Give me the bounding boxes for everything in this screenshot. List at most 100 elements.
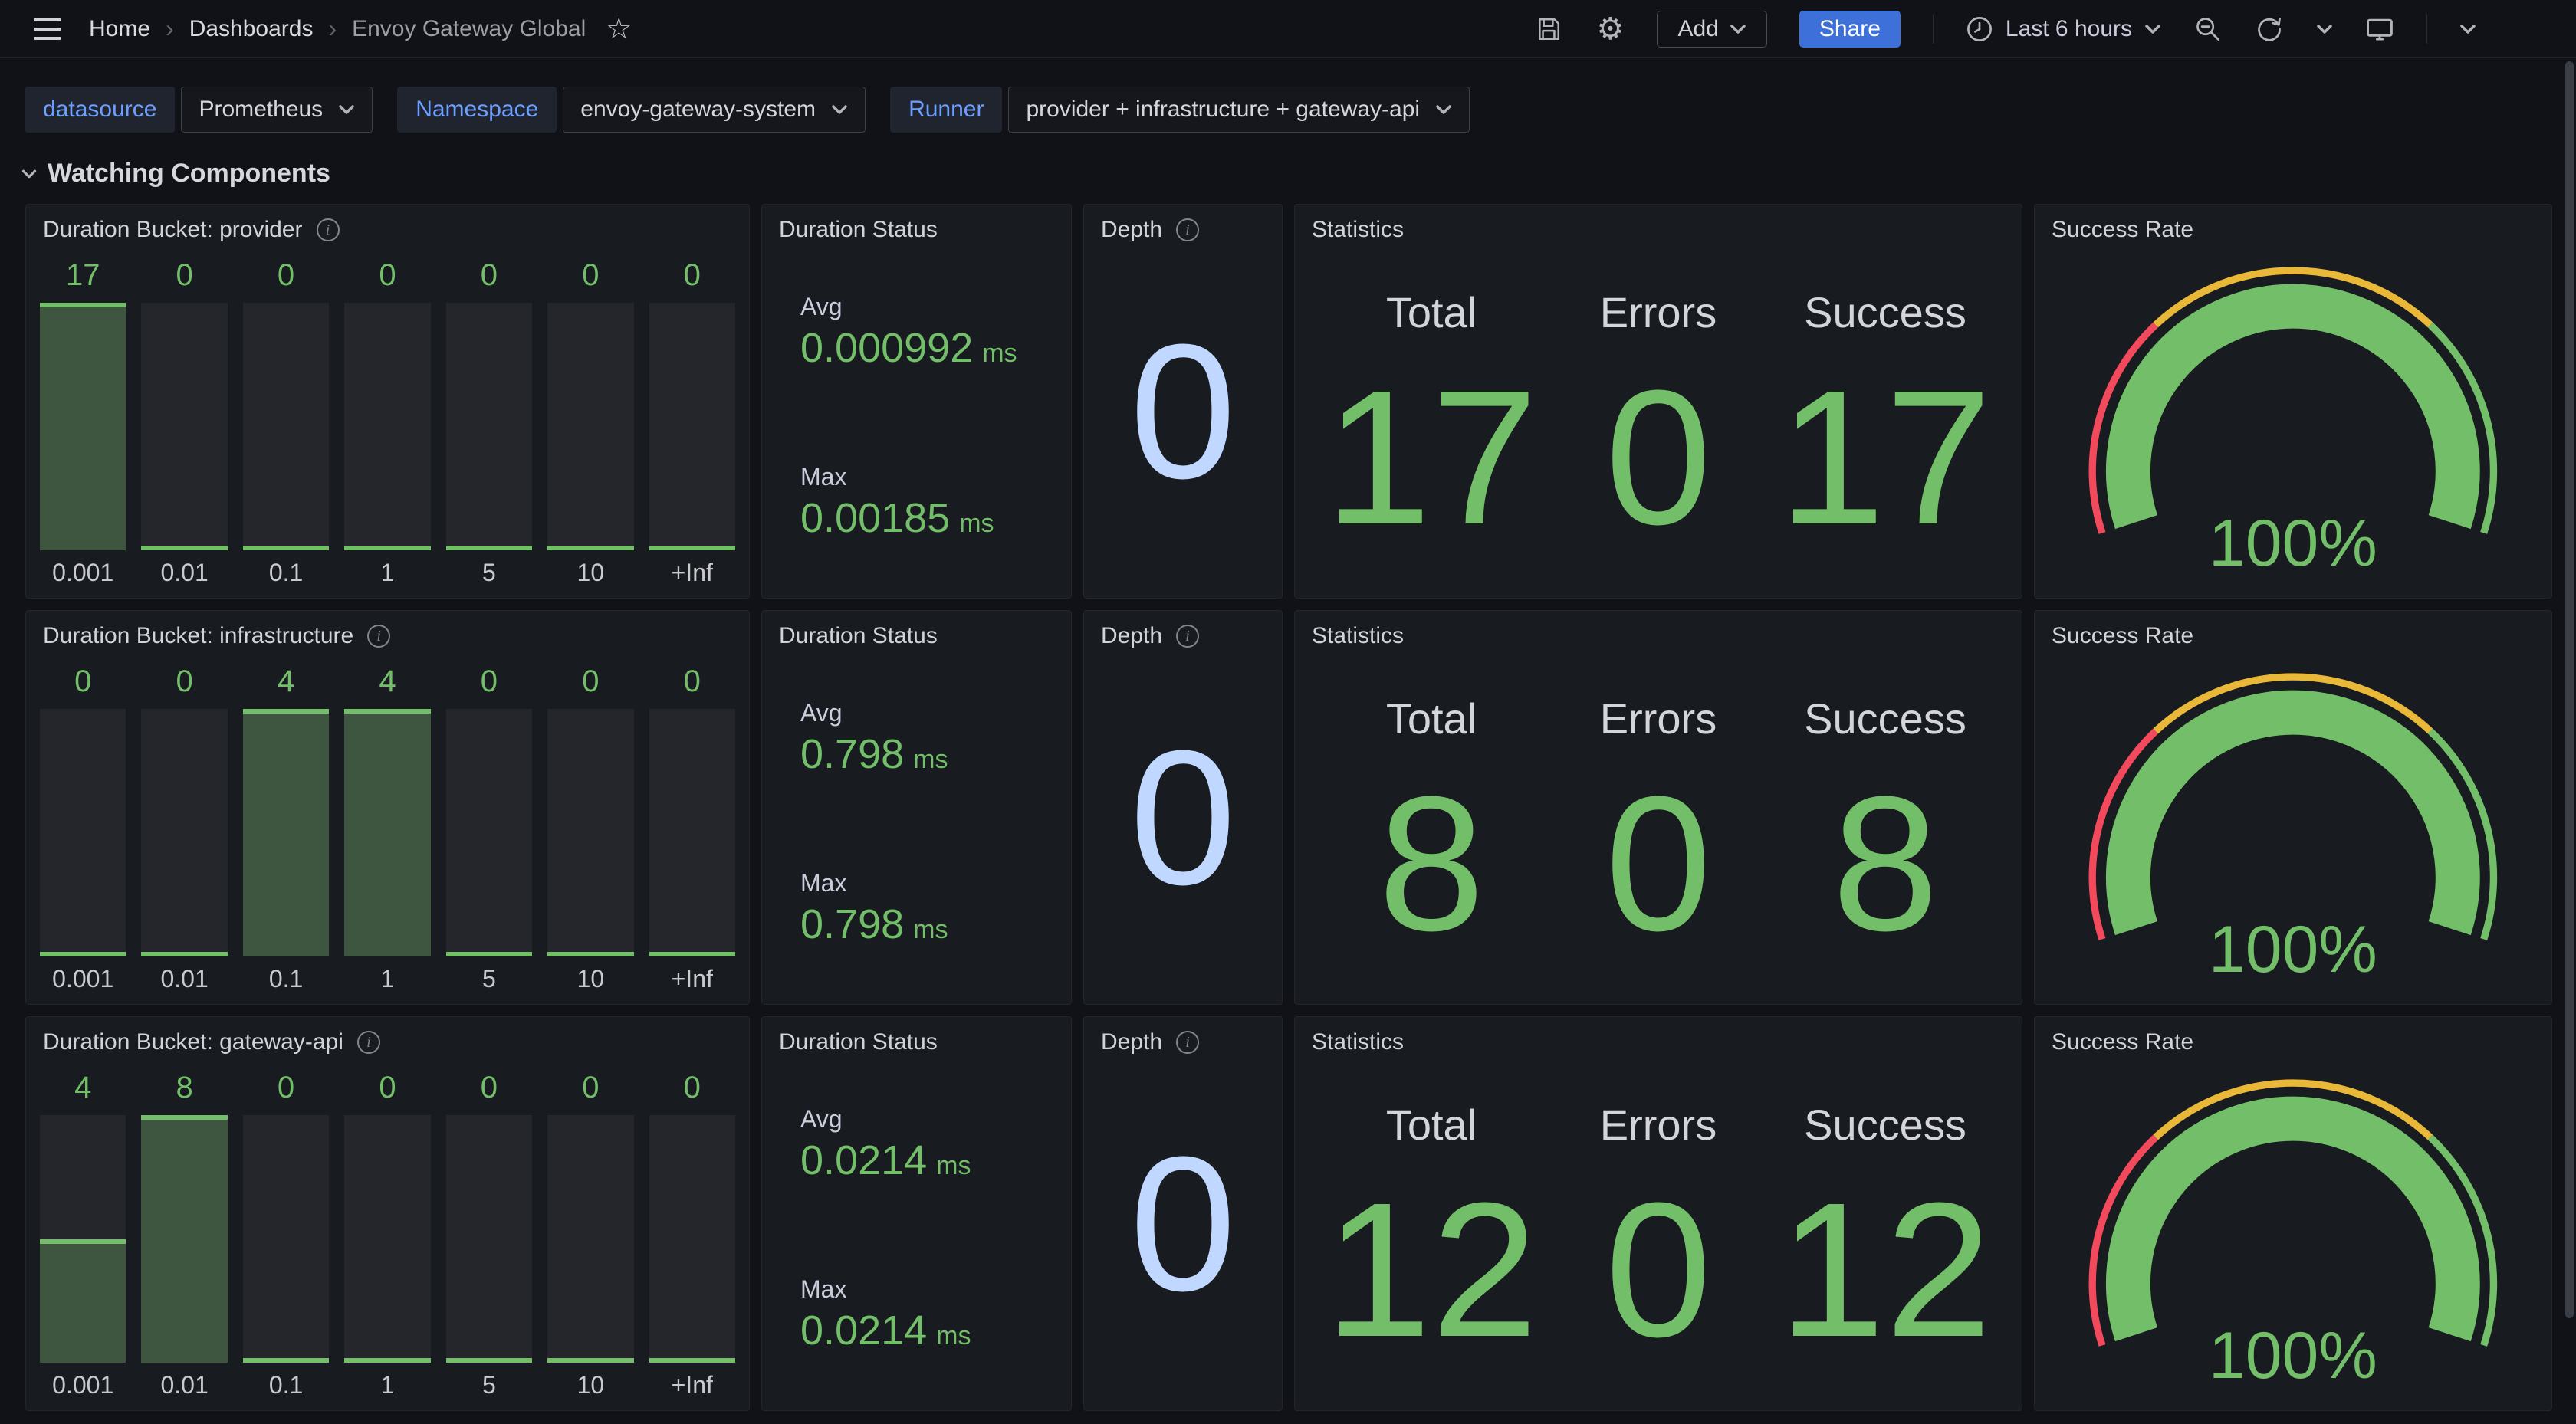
breadcrumb-separator: › <box>166 15 174 43</box>
bucket-bar: 05 <box>446 254 532 587</box>
variable-select-datasource[interactable]: Prometheus <box>181 87 373 133</box>
bar-bucket-label: +Inf <box>649 956 735 993</box>
panel-statistics: StatisticsTotal17Errors0Success17 <box>1294 204 2022 599</box>
gauge-value: 100% <box>2209 913 2377 986</box>
bar-track <box>40 303 126 550</box>
bar-value: 0 <box>446 254 532 297</box>
stat-column-value: 17 <box>1325 337 1538 598</box>
bar-value: 0 <box>547 660 633 703</box>
bucket-bar: 41 <box>344 660 430 993</box>
divider <box>1933 15 1934 44</box>
bar-track <box>547 709 633 956</box>
stat-max: Max0.00185ms <box>800 418 1062 588</box>
bucket-bar: 00.1 <box>243 254 329 587</box>
refresh-interval-chevron-icon[interactable] <box>2316 23 2333 35</box>
bar-value: 8 <box>141 1066 227 1109</box>
bucket-bar: 0+Inf <box>649 254 735 587</box>
menu-icon[interactable] <box>34 18 61 40</box>
bar-track <box>446 1115 532 1363</box>
bar-value: 0 <box>344 1066 430 1109</box>
gauge-arc: 100% <box>2051 249 2535 586</box>
bar-track <box>649 303 735 550</box>
panel-title: Statistics <box>1312 623 1404 649</box>
bar-fill <box>141 546 227 550</box>
bar-fill <box>40 952 126 956</box>
stat-column-header: Errors <box>1600 694 1717 743</box>
zoom-out-icon[interactable] <box>2193 15 2223 44</box>
panel-title: Duration Bucket: provider <box>43 217 303 243</box>
stat-column-value: 17 <box>1779 337 1992 598</box>
variable-select-runner[interactable]: provider + infrastructure + gateway-api <box>1008 87 1470 133</box>
vertical-scrollbar[interactable] <box>2565 61 2574 1318</box>
panel-title: Duration Status <box>779 217 938 243</box>
stat-column-value: 12 <box>1779 1150 1992 1410</box>
variable-label-runner: Runner <box>890 87 1002 133</box>
variable-label-datasource: datasource <box>25 87 175 133</box>
bucket-bar: 00.01 <box>141 660 227 993</box>
collapse-nav-chevron-icon[interactable] <box>2459 23 2476 35</box>
panel-title: Duration Status <box>779 623 938 649</box>
bar-value: 0 <box>649 660 735 703</box>
stat-value: 0.00185 <box>800 494 950 542</box>
stat-errors: Errors0 <box>1545 248 1772 598</box>
variable-runner: Runner provider + infrastructure + gatew… <box>890 87 1470 133</box>
time-range-picker[interactable]: Last 6 hours <box>1966 15 2161 43</box>
variable-value: envoy-gateway-system <box>580 97 816 123</box>
add-button[interactable]: Add <box>1657 11 1766 48</box>
info-icon[interactable]: i <box>357 1031 380 1054</box>
bar-bucket-label: 10 <box>547 550 633 587</box>
variable-select-namespace[interactable]: envoy-gateway-system <box>563 87 866 133</box>
stat-value: 0.798 <box>800 730 904 778</box>
breadcrumb: Home › Dashboards › Envoy Gateway Global… <box>89 15 632 44</box>
bar-bucket-label: 0.1 <box>243 956 329 993</box>
bar-track <box>344 1115 430 1363</box>
bar-value: 0 <box>243 254 329 297</box>
info-icon[interactable]: i <box>317 218 340 241</box>
panel-depth: Depthi0 <box>1083 1016 1283 1411</box>
settings-gear-icon[interactable]: ⚙ <box>1595 15 1625 44</box>
gauge: 100% <box>2035 654 2551 1004</box>
chevron-down-icon <box>21 168 37 180</box>
stat-column-header: Total <box>1386 287 1477 337</box>
top-nav: Home › Dashboards › Envoy Gateway Global… <box>0 0 2576 58</box>
bar-fill <box>141 1115 227 1363</box>
panel-success-rate: Success Rate100% <box>2034 1016 2552 1411</box>
bar-track <box>40 1115 126 1363</box>
bucket-bar: 05 <box>446 1066 532 1399</box>
stat-label: Max <box>800 869 1062 897</box>
bar-track <box>547 1115 633 1363</box>
stat-unit: ms <box>913 915 948 945</box>
breadcrumb-home[interactable]: Home <box>89 16 150 42</box>
bar-fill <box>243 546 329 550</box>
share-button[interactable]: Share <box>1799 11 1901 48</box>
bar-value: 0 <box>344 254 430 297</box>
row-toggle-watching-components[interactable]: Watching Components <box>21 159 2576 189</box>
stat-avg: Avg0.798ms <box>800 654 1062 824</box>
bar-bucket-label: 0.01 <box>141 550 227 587</box>
bar-track <box>649 1115 735 1363</box>
variable-datasource: datasource Prometheus <box>25 87 373 133</box>
info-icon[interactable]: i <box>1176 218 1199 241</box>
tv-mode-icon[interactable] <box>2365 15 2394 44</box>
stat-column-header: Errors <box>1600 1100 1717 1150</box>
favorite-star-icon[interactable]: ☆ <box>606 15 632 44</box>
bar-track <box>243 303 329 550</box>
stat-success: Success17 <box>1772 248 1999 598</box>
gauge: 100% <box>2035 1060 2551 1410</box>
save-icon[interactable] <box>1534 15 1563 44</box>
breadcrumb-dashboards[interactable]: Dashboards <box>189 16 314 42</box>
panel-title: Depth <box>1101 217 1162 243</box>
stat-column-header: Success <box>1804 1100 1967 1150</box>
info-icon[interactable]: i <box>1176 625 1199 648</box>
bar-value: 4 <box>243 660 329 703</box>
panel-depth: Depthi0 <box>1083 204 1283 599</box>
refresh-icon[interactable] <box>2255 15 2284 44</box>
info-icon[interactable]: i <box>367 625 390 648</box>
bar-fill <box>243 1358 329 1363</box>
bar-value: 0 <box>446 660 532 703</box>
panel-success-rate: Success Rate100% <box>2034 204 2552 599</box>
bar-bucket-label: 0.01 <box>141 1363 227 1399</box>
panel-duration-status: Duration StatusAvg0.0214msMax0.0214ms <box>761 1016 1072 1411</box>
info-icon[interactable]: i <box>1176 1031 1199 1054</box>
bar-bucket-label: 1 <box>344 956 430 993</box>
